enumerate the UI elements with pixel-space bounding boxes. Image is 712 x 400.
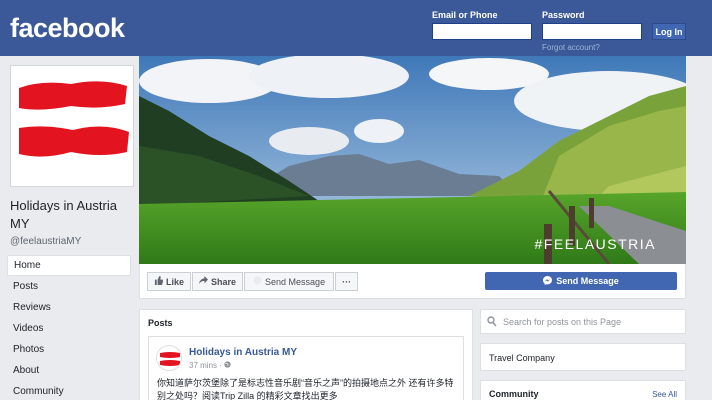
login-button[interactable]: Log In [652, 23, 686, 40]
like-button[interactable]: Like [147, 272, 192, 291]
austria-flag-logo [19, 81, 129, 157]
nav-item-photos[interactable]: Photos [7, 339, 131, 360]
nav-item-videos[interactable]: Videos [7, 318, 131, 339]
posts-heading: Posts [148, 318, 173, 328]
cover-hashtag: #FEELAUSTRIA [534, 236, 656, 252]
nav-item-home[interactable]: Home [7, 255, 131, 276]
share-label: Share [211, 276, 237, 287]
messenger-icon [253, 276, 262, 287]
page-actions: Like Share Send Message ··· [147, 272, 359, 291]
email-field[interactable] [432, 23, 532, 40]
more-options-button[interactable]: ··· [335, 272, 359, 291]
forgot-account-link[interactable]: Forgot account? [542, 43, 600, 52]
page-title: Holidays in Austria MY [10, 198, 117, 231]
messenger-icon [543, 275, 553, 287]
send-message-label: Send Message [556, 276, 619, 286]
avatar[interactable] [156, 345, 182, 371]
posts-section: Posts Holidays in Austria MY 37 mins · 你… [139, 309, 473, 400]
community-heading: Community [489, 389, 539, 399]
page-search[interactable]: Search for posts on this Page [480, 309, 686, 334]
post-timestamp[interactable]: 37 mins · [189, 361, 231, 370]
page-profile-picture[interactable] [10, 65, 134, 187]
post-item: Holidays in Austria MY 37 mins · 你知道萨尔茨堡… [148, 336, 464, 400]
top-bar: facebook Email or Phone Password Log In … [0, 0, 712, 56]
see-all-link[interactable]: See All [652, 390, 677, 399]
nav-item-reviews[interactable]: Reviews [7, 297, 131, 318]
page-category-link[interactable]: Travel Company [489, 353, 555, 363]
nav-item-community[interactable]: Community [7, 381, 131, 400]
page-category-card: Travel Company [480, 343, 686, 371]
search-placeholder: Search for posts on this Page [503, 317, 622, 327]
send-message-tab[interactable]: Send Message [244, 272, 335, 291]
send-message-button[interactable]: Send Message [485, 272, 677, 290]
post-time-text: 37 mins · [189, 361, 222, 370]
page-nav: Home Posts Reviews Videos Photos About C… [7, 255, 131, 400]
password-field[interactable] [542, 23, 642, 40]
community-card: Community See All [480, 380, 686, 400]
facebook-logo[interactable]: facebook [10, 13, 125, 44]
share-arrow-icon [199, 276, 209, 287]
nav-item-posts[interactable]: Posts [7, 276, 131, 297]
like-label: Like [166, 276, 185, 287]
post-body-text: 你知道萨尔茨堡除了是标志性音乐剧“音乐之声”的拍摄地点之外 还有许多特别之处吗？… [157, 378, 454, 400]
thumbs-up-icon [154, 276, 164, 287]
nav-item-about[interactable]: About [7, 360, 131, 381]
search-icon [487, 316, 497, 328]
send-message-tab-label: Send Message [265, 276, 326, 287]
password-label: Password [542, 10, 585, 20]
share-button[interactable]: Share [192, 272, 244, 291]
cover-photo[interactable]: #FEELAUSTRIA [139, 56, 686, 264]
globe-icon [224, 361, 231, 370]
page-handle[interactable]: @feelaustriaMY [10, 236, 81, 247]
cover-landscape-image [139, 56, 686, 264]
post-author-link[interactable]: Holidays in Austria MY [189, 347, 297, 358]
email-label: Email or Phone [432, 10, 498, 20]
